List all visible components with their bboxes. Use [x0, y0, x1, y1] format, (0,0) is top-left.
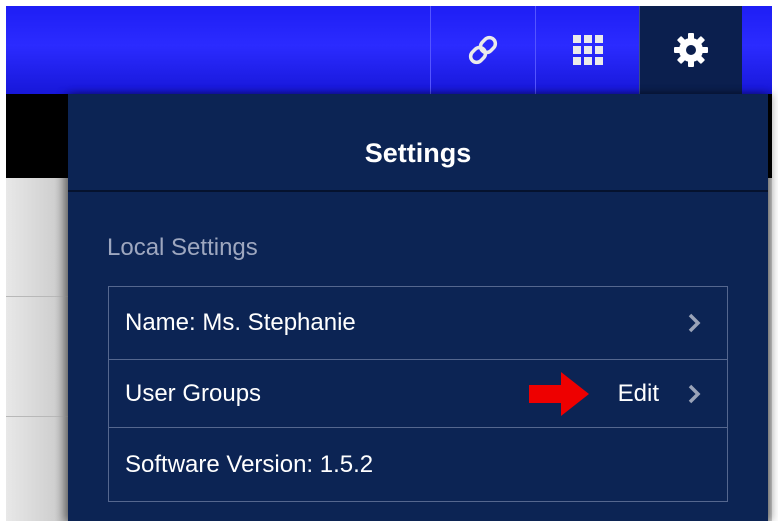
edit-button[interactable]: Edit [618, 380, 659, 408]
popover-header: Settings [68, 94, 768, 192]
divider [6, 416, 68, 417]
background-list [6, 178, 76, 521]
top-toolbar [6, 6, 772, 94]
link-icon [468, 35, 498, 65]
popover-title: Settings [364, 137, 472, 168]
name-row[interactable]: Name: Ms. Stephanie [109, 287, 727, 360]
divider [6, 296, 68, 297]
settings-popover: Settings Local Settings Name: Ms. Stepha… [68, 94, 768, 521]
settings-group: Name: Ms. Stephanie User Groups Edit Sof… [108, 286, 728, 502]
red-arrow-icon [529, 371, 589, 416]
software-version-row: Software Version: 1.5.2 [109, 428, 727, 501]
chevron-right-icon [688, 384, 701, 403]
grid-icon [572, 35, 603, 65]
chevron-right-icon [688, 313, 701, 333]
row-label: User Groups [125, 379, 262, 407]
link-button[interactable] [430, 6, 535, 94]
user-groups-row[interactable]: User Groups Edit [109, 360, 727, 428]
row-label: Name: Ms. Stephanie [125, 309, 356, 336]
apps-grid-button[interactable] [535, 6, 639, 94]
section-label: Local Settings [107, 234, 258, 261]
row-label: Software Version: 1.5.2 [125, 450, 374, 478]
gear-icon [674, 33, 708, 67]
settings-button[interactable] [639, 6, 742, 94]
